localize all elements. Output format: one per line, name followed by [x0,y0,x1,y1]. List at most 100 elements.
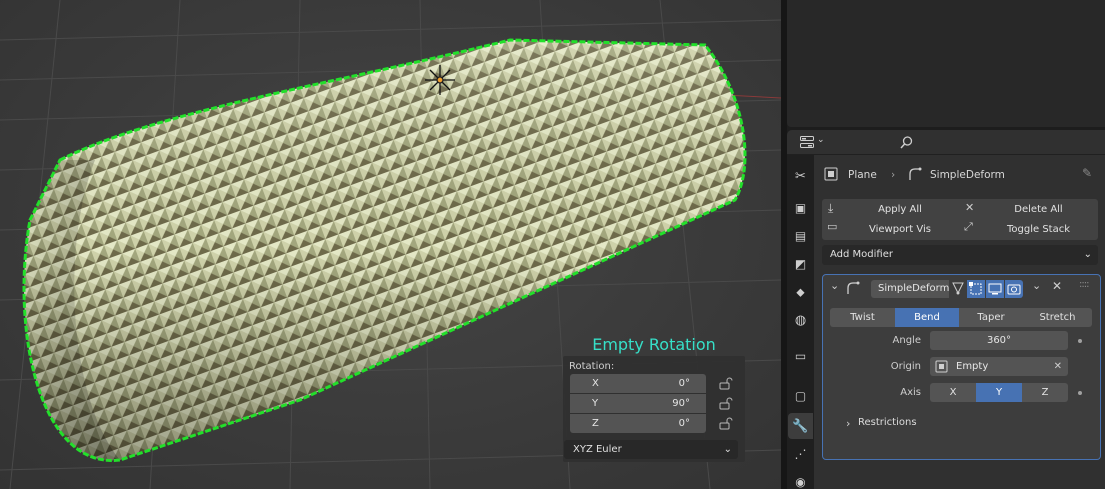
simple-deform-modifier-panel: ⌄ SimpleDeform ⌄ ✕:::: Twist Bend Taper… [822,274,1101,460]
cage-icon [969,282,982,295]
axis-y[interactable]: Y [976,383,1022,402]
clear-icon[interactable]: ✕ [1054,357,1062,376]
rotation-y-axis: Y [592,398,599,409]
keyframe-dot-icon[interactable] [1078,391,1082,395]
properties-body: Plane › SimpleDeform ✎ ⤓ Apply All ✕ Del… [814,155,1105,489]
close-icon[interactable]: ✕ [1052,279,1062,293]
printer-icon: ▤ [794,229,807,243]
modifier-name-field[interactable]: SimpleDeform [871,280,949,298]
rotation-mode-value: XYZ Euler [573,444,622,455]
axis-label: Axis [900,387,921,398]
search-icon[interactable] [900,136,913,149]
toggle-stack-icon: ⤢ [964,220,973,233]
object-icon [824,167,838,181]
add-modifier-label: Add Modifier [830,249,893,260]
drag-handle-icon[interactable]: :::: [1079,279,1090,290]
rotation-x-value: 0° [678,378,690,389]
rotation-z-field[interactable]: Z 0° [570,414,706,433]
breadcrumb-object: Plane [848,169,877,181]
tab-object[interactable]: ▢ [788,383,813,409]
viewport-vis-button[interactable]: Viewport Vis [850,220,950,239]
object-icon [935,360,948,373]
axis-x[interactable]: X [930,383,976,402]
rotation-z-value: 0° [678,418,690,429]
close-icon: ✕ [965,201,975,214]
wrench-icon: 🔧 [792,418,809,434]
mode-taper[interactable]: Taper [959,308,1023,327]
apply-all-button[interactable]: Apply All [850,200,950,219]
camera-icon [1007,284,1021,295]
chevron-down-icon: ⌄ [723,444,732,455]
rotation-x-field[interactable]: X 0° [570,374,706,393]
mode-bend[interactable]: Bend [895,308,959,327]
image-icon: ◩ [794,257,807,271]
physics-icon: ◉ [795,475,806,489]
properties-tab-bar: ✂ ▣ ▤ ◩ ⬥ ◍ ▭ ▢ 🔧 ⋰ ◉ [787,155,814,489]
edit-mode-icon[interactable] [951,281,965,295]
simple-deform-icon [909,167,922,180]
collection-icon: ▭ [794,349,807,363]
particles-icon: ⋰ [794,447,807,461]
rotation-x-axis: X [592,378,599,389]
tab-world[interactable]: ◍ [788,307,813,333]
rotation-y-value: 90° [672,398,690,409]
add-modifier-dropdown[interactable]: Add Modifier ⌄ [822,245,1098,265]
unlock-icon[interactable] [719,417,733,430]
tab-render[interactable]: ▣ [788,195,813,221]
origin-label: Origin [890,361,921,372]
tool-icon: ✂ [795,168,806,184]
rotation-label: Rotation: [569,361,615,372]
rotation-mode-dropdown[interactable]: XYZ Euler ⌄ [564,440,738,459]
delete-all-button[interactable]: Delete All [986,200,1091,219]
origin-value: Empty [956,361,989,372]
monitor-icon [988,283,1002,295]
show-viewport-toggle[interactable] [986,280,1004,298]
rotation-y-field[interactable]: Y 90° [570,394,706,413]
chevron-down-icon[interactable]: ⌄ [830,279,839,292]
origin-field[interactable]: Empty ✕ [930,357,1068,376]
world-icon: ◍ [794,312,807,328]
rotation-z-axis: Z [592,418,599,429]
mode-stretch[interactable]: Stretch [1023,308,1092,327]
toggle-stack-button[interactable]: Toggle Stack [986,220,1091,239]
tab-tool[interactable]: ✂ [788,163,813,189]
rotation-panel: Rotation: X 0° Y 90° Z 0° XYZ Euler ⌄ [563,356,745,462]
simple-deform-icon [847,281,860,294]
properties-header: ⌄ [787,130,1105,155]
tab-scene[interactable]: ⬥ [788,279,813,305]
breadcrumb-separator-icon: › [891,169,896,181]
monitor-icon: ▭ [827,220,838,233]
tab-collection[interactable]: ▭ [788,343,813,369]
on-cage-toggle[interactable] [967,280,985,298]
angle-label: Angle [892,335,921,346]
keyframe-dot-icon[interactable] [1078,339,1082,343]
tab-particles[interactable]: ⋰ [788,441,813,467]
pin-icon[interactable]: ✎ [1082,166,1092,180]
chevron-down-icon: ⌄ [1083,249,1092,260]
tab-output[interactable]: ▤ [788,223,813,249]
unlock-icon[interactable] [719,377,733,390]
restrictions-subpanel[interactable]: Restrictions [858,417,917,428]
breadcrumb-modifier: SimpleDeform [930,169,1005,181]
mode-twist[interactable]: Twist [830,308,895,327]
chevron-right-icon[interactable]: › [846,417,850,430]
angle-field[interactable]: 360° [930,331,1068,350]
chevron-down-icon[interactable]: ⌄ [1032,279,1041,292]
tab-view-layer[interactable]: ◩ [788,251,813,277]
chevron-down-icon[interactable]: ⌄ [817,135,825,145]
object-icon: ▢ [794,389,807,403]
rotation-row-x: X 0° [569,374,739,394]
tab-modifiers[interactable]: 🔧 [788,413,813,439]
apply-icon: ⤓ [828,201,834,215]
properties-editor: ⌄ ✂ ▣ ▤ ◩ ⬥ ◍ ▭ ▢ 🔧 ⋰ ◉ Plane › SimpleDe… [787,130,1105,489]
axis-z[interactable]: Z [1022,383,1068,402]
tab-physics[interactable]: ◉ [788,469,813,489]
show-render-toggle[interactable] [1005,280,1023,298]
rotation-row-z: Z 0° [569,414,739,434]
unlock-icon[interactable] [719,397,733,410]
camera-icon: ▣ [794,201,807,215]
editor-type-icon[interactable] [800,136,814,149]
3d-viewport[interactable]: Empty Rotation Rotation: X 0° Y 90° Z 0° [0,0,781,489]
rotation-row-y: Y 90° [569,394,739,414]
outliner-area[interactable] [787,0,1105,127]
